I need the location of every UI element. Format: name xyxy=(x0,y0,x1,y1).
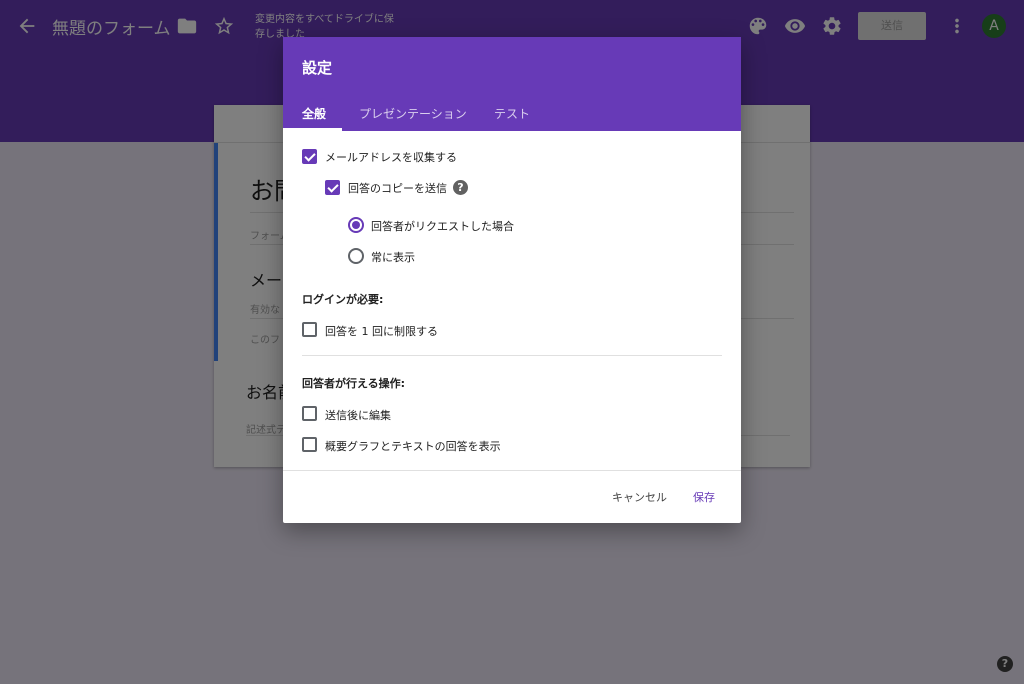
radio-always-label: 常に表示 xyxy=(371,251,415,264)
collect-email-checkbox[interactable] xyxy=(302,149,317,164)
tab-presentation[interactable]: プレゼンテーション xyxy=(359,105,467,122)
tab-test[interactable]: テスト xyxy=(494,105,530,122)
respondent-can-heading: 回答者が行える操作: xyxy=(302,377,406,390)
send-copy-checkbox[interactable] xyxy=(325,180,340,195)
limit-one-label: 回答を 1 回に制限する xyxy=(325,325,438,338)
dialog-footer-divider xyxy=(283,470,741,471)
edit-after-checkbox[interactable] xyxy=(302,406,317,421)
dialog-title: 設定 xyxy=(302,59,333,77)
login-required-heading: ログインが必要: xyxy=(302,293,384,306)
tab-general[interactable]: 全般 xyxy=(302,105,326,122)
radio-on-request[interactable] xyxy=(348,217,364,233)
radio-on-request-label: 回答者がリクエストした場合 xyxy=(371,220,514,233)
cancel-button[interactable]: キャンセル xyxy=(612,489,667,505)
send-copy-label: 回答のコピーを送信 xyxy=(348,182,447,195)
help-icon[interactable]: ? xyxy=(453,180,468,195)
collect-email-label: メールアドレスを収集する xyxy=(325,151,457,164)
dialog-header: 設定 全般 プレゼンテーション テスト xyxy=(283,37,741,131)
see-summary-label: 概要グラフとテキストの回答を表示 xyxy=(325,440,501,453)
limit-one-checkbox[interactable] xyxy=(302,322,317,337)
divider xyxy=(302,355,722,356)
see-summary-checkbox[interactable] xyxy=(302,437,317,452)
tab-indicator xyxy=(283,128,342,131)
settings-dialog: 設定 全般 プレゼンテーション テスト メールアドレスを収集する 回答のコピーを… xyxy=(283,37,741,523)
radio-always[interactable] xyxy=(348,248,364,264)
save-button[interactable]: 保存 xyxy=(693,489,715,505)
edit-after-label: 送信後に編集 xyxy=(325,409,391,422)
